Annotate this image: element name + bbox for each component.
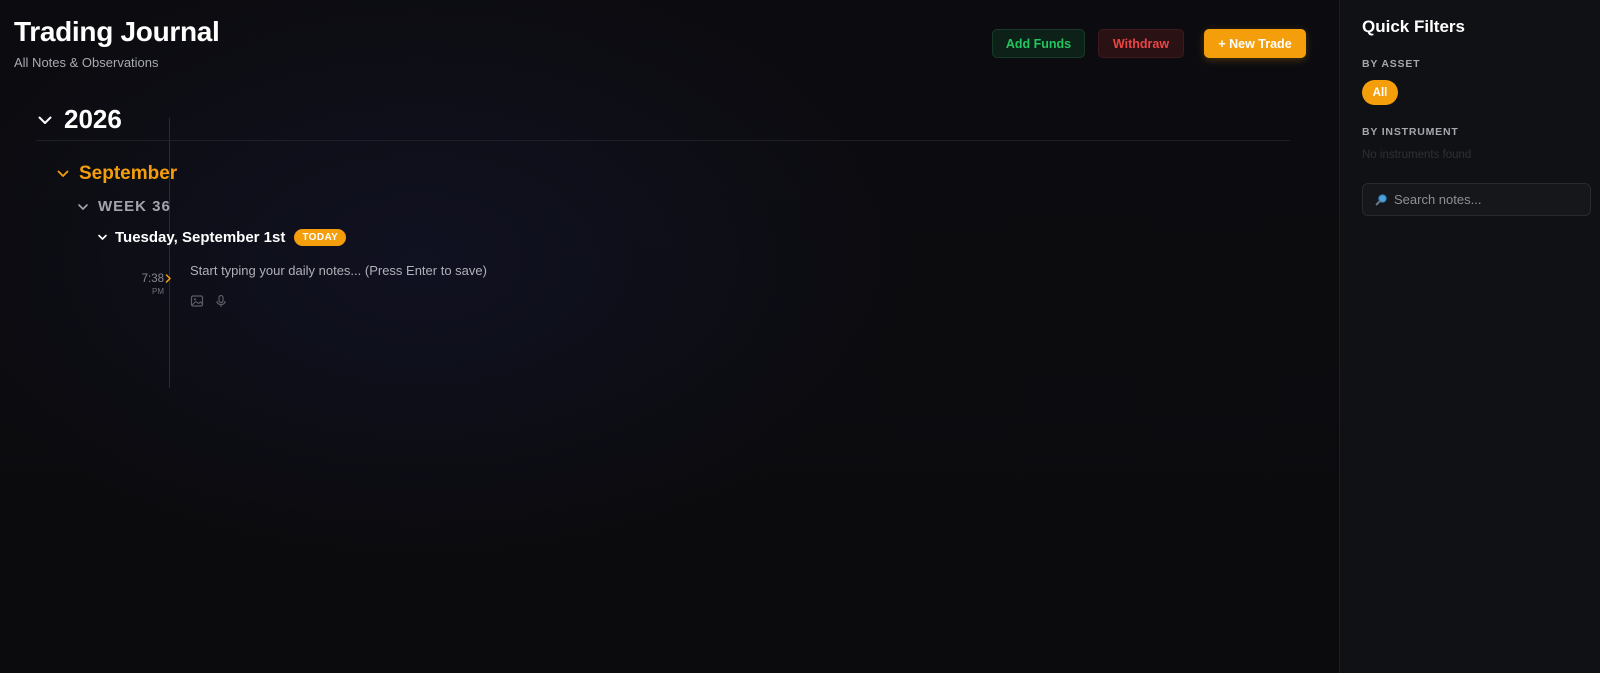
entry-time: 7:38 <box>141 273 164 285</box>
entry-timestamp: 7:38 PM <box>120 273 164 296</box>
page-subtitle: All Notes & Observations <box>14 55 159 70</box>
chevron-down-icon <box>98 234 107 240</box>
search-box[interactable] <box>1362 183 1591 216</box>
add-funds-button[interactable]: Add Funds <box>992 29 1085 58</box>
week-label: WEEK 36 <box>98 198 171 215</box>
chevron-right-icon <box>165 274 171 283</box>
timeline-line <box>169 118 170 388</box>
chevron-down-icon <box>78 203 88 210</box>
chevron-down-icon <box>57 170 69 177</box>
week-group-toggle[interactable]: WEEK 36 <box>77 198 171 215</box>
withdraw-button[interactable]: Withdraw <box>1098 29 1184 58</box>
chevron-down-icon <box>38 116 52 124</box>
asset-chip-all[interactable]: All <box>1362 80 1398 105</box>
search-icon <box>1375 194 1387 206</box>
daily-note-input[interactable] <box>190 259 710 281</box>
search-input[interactable] <box>1394 192 1584 207</box>
day-group-toggle[interactable]: Tuesday, September 1st TODAY <box>97 229 347 246</box>
year-label: 2026 <box>64 104 122 134</box>
by-instrument-heading: BY INSTRUMENT <box>1362 126 1459 138</box>
microphone-icon[interactable] <box>214 294 228 308</box>
month-label: September <box>79 163 178 184</box>
no-instruments-text: No instruments found <box>1362 149 1472 161</box>
page-title: Trading Journal <box>14 16 220 47</box>
month-group-toggle[interactable]: September <box>56 163 177 185</box>
image-icon[interactable] <box>190 294 204 308</box>
year-divider <box>36 140 1290 141</box>
app-window: Trading Journal All Notes & Observations… <box>0 0 1600 673</box>
year-group-toggle[interactable]: 2026 <box>36 104 122 135</box>
day-label: Tuesday, September 1st <box>115 229 286 246</box>
today-badge: TODAY <box>294 229 347 246</box>
sidebar-title: Quick Filters <box>1362 17 1465 36</box>
journal-main: Trading Journal All Notes & Observations… <box>0 0 1339 673</box>
entry-ampm: PM <box>152 287 164 296</box>
by-asset-heading: BY ASSET <box>1362 58 1421 70</box>
new-trade-button[interactable]: + New Trade <box>1204 29 1306 58</box>
quick-filters-sidebar: Quick Filters BY ASSET All BY INSTRUMENT… <box>1339 0 1600 673</box>
